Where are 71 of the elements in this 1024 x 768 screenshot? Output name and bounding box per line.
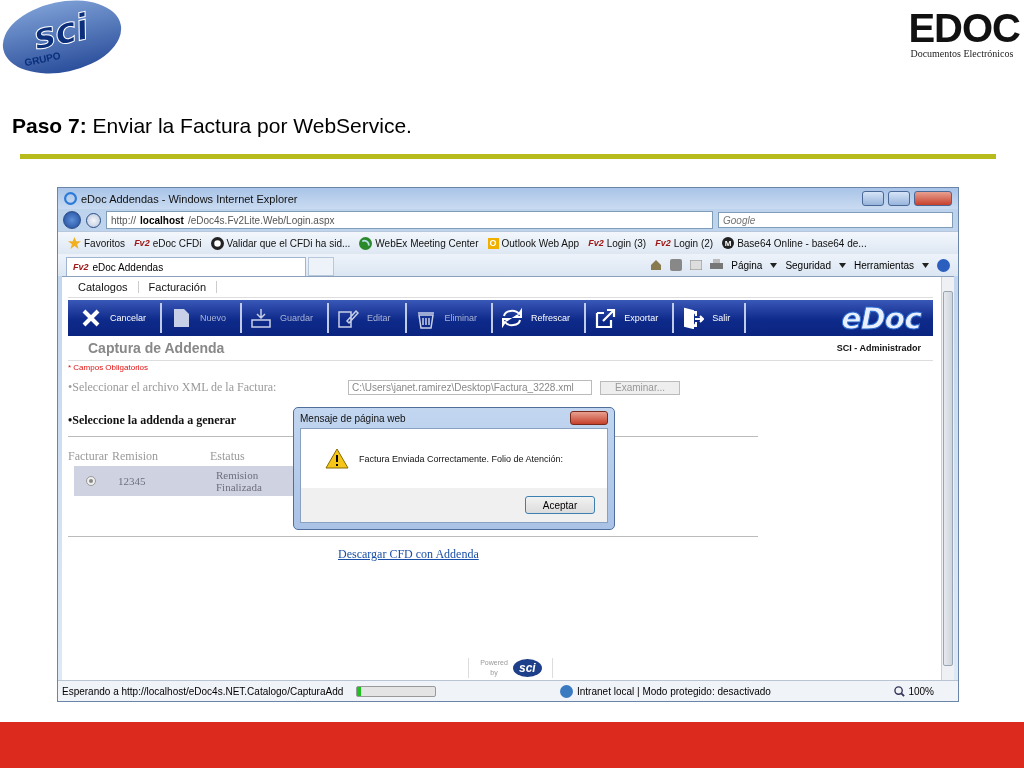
field-label: •Seleccionar el archivo XML de la Factura: [68,380,278,395]
favorites-link[interactable]: Validar que el CFDi ha sid... [226,237,351,249]
address-field[interactable]: http://localhost/eDoc4s.Fv2Lite.Web/Login.aspx [106,211,713,229]
column-header: Estatus [210,449,246,464]
user-name: SCI - Administrador [836,343,921,353]
menu-item[interactable]: Catalogos [68,281,139,293]
dialog-title: Mensaje de página web [300,412,406,424]
maximize-button[interactable] [888,191,910,206]
table-cell-text: Remision Finalizada [216,469,263,493]
required-note: * Campos Obligatorios [68,363,150,372]
favorites-link[interactable]: Login (2) [673,237,714,249]
command-menu[interactable]: Página [731,259,763,271]
menu-item[interactable]: Facturación [138,281,218,293]
favorites-link[interactable]: Outlook Web App [501,237,580,249]
m-logo: M [722,237,735,249]
edoc-logo: EDOC Documentos Electrónicos [908,8,1020,59]
fv2-logo: Fv2 [588,238,604,248]
dialog-message: Factura Enviada Correctamente. Folio de Atención: [359,453,564,464]
security-zone: Intranet local | Modo protegido: desactivado [577,685,771,697]
back-button[interactable] [63,211,81,229]
radio-button[interactable] [86,476,96,486]
command-menu[interactable]: Herramientas [853,259,914,271]
ie-logo-icon [64,192,77,205]
file-path-field[interactable]: C:\Users\janet.ramirez\Desktop\Factura_3228.xml [348,380,592,395]
close-button[interactable] [914,191,952,206]
caret-icon [922,262,929,268]
favorites-link[interactable]: Favoritos [84,237,126,249]
outlook-logo: O [487,237,499,249]
zoom-level[interactable]: 100% [908,685,934,697]
toolbar-button[interactable]: Exportar [586,303,675,333]
scrollbar[interactable] [941,277,954,680]
slide-heading: Paso 7: Enviar la Factura por WebService. [12,114,412,138]
cancel-icon [80,307,102,329]
column-header: Facturar [68,449,109,464]
caret-icon [770,262,778,268]
page-title: Captura de Addenda [88,340,225,356]
table-cell-text: 12345 [118,475,147,487]
mail-icon[interactable] [690,260,703,270]
search-field[interactable]: Google [718,212,953,228]
save-icon [250,307,273,329]
home-icon[interactable] [650,259,663,271]
exit-icon [682,307,705,329]
close-button[interactable] [570,411,608,425]
favorites-link[interactable]: eDoc CFDi [152,237,202,249]
fv2-logo: Fv2 [134,238,150,248]
favorites-link[interactable]: Base64 Online - base64 de... [737,237,867,249]
edit-icon [337,307,360,329]
browser-tab[interactable]: Fv2 eDoc Addendas [66,257,306,276]
fv2-logo: Fv2 [655,238,671,248]
star-icon [68,236,81,250]
toolbar-button[interactable]: Cancelar [72,303,163,333]
warning-icon [325,448,349,469]
refresh-icon [501,307,524,329]
caret-icon [838,262,846,268]
export-icon [594,307,617,329]
download-link[interactable]: Descargar CFD con Addenda [338,547,479,562]
favorites-link[interactable]: WebEx Meeting Center [375,237,479,249]
favorites-link[interactable]: Login (3) [606,237,647,249]
status-text: Esperando a http://localhost/eDoc4s.NET.Catalogo/CapturaAdd [62,685,345,697]
window-title: eDoc Addendas - Windows Internet Explorer [81,192,298,205]
minimize-button[interactable] [862,191,884,206]
forward-button[interactable] [86,212,101,228]
magnifier-icon [894,685,906,697]
command-menu[interactable]: Seguridad [785,259,831,271]
accept-button[interactable]: Aceptar [525,496,595,514]
edoc-logo: eDoc [841,300,921,336]
column-header: Remision [112,449,159,464]
toolbar-button[interactable]: Salir [674,303,747,333]
sci-logo: sci [513,659,542,677]
printer-icon[interactable] [710,259,724,271]
toolbar-button[interactable]: Refrescar [493,303,587,333]
